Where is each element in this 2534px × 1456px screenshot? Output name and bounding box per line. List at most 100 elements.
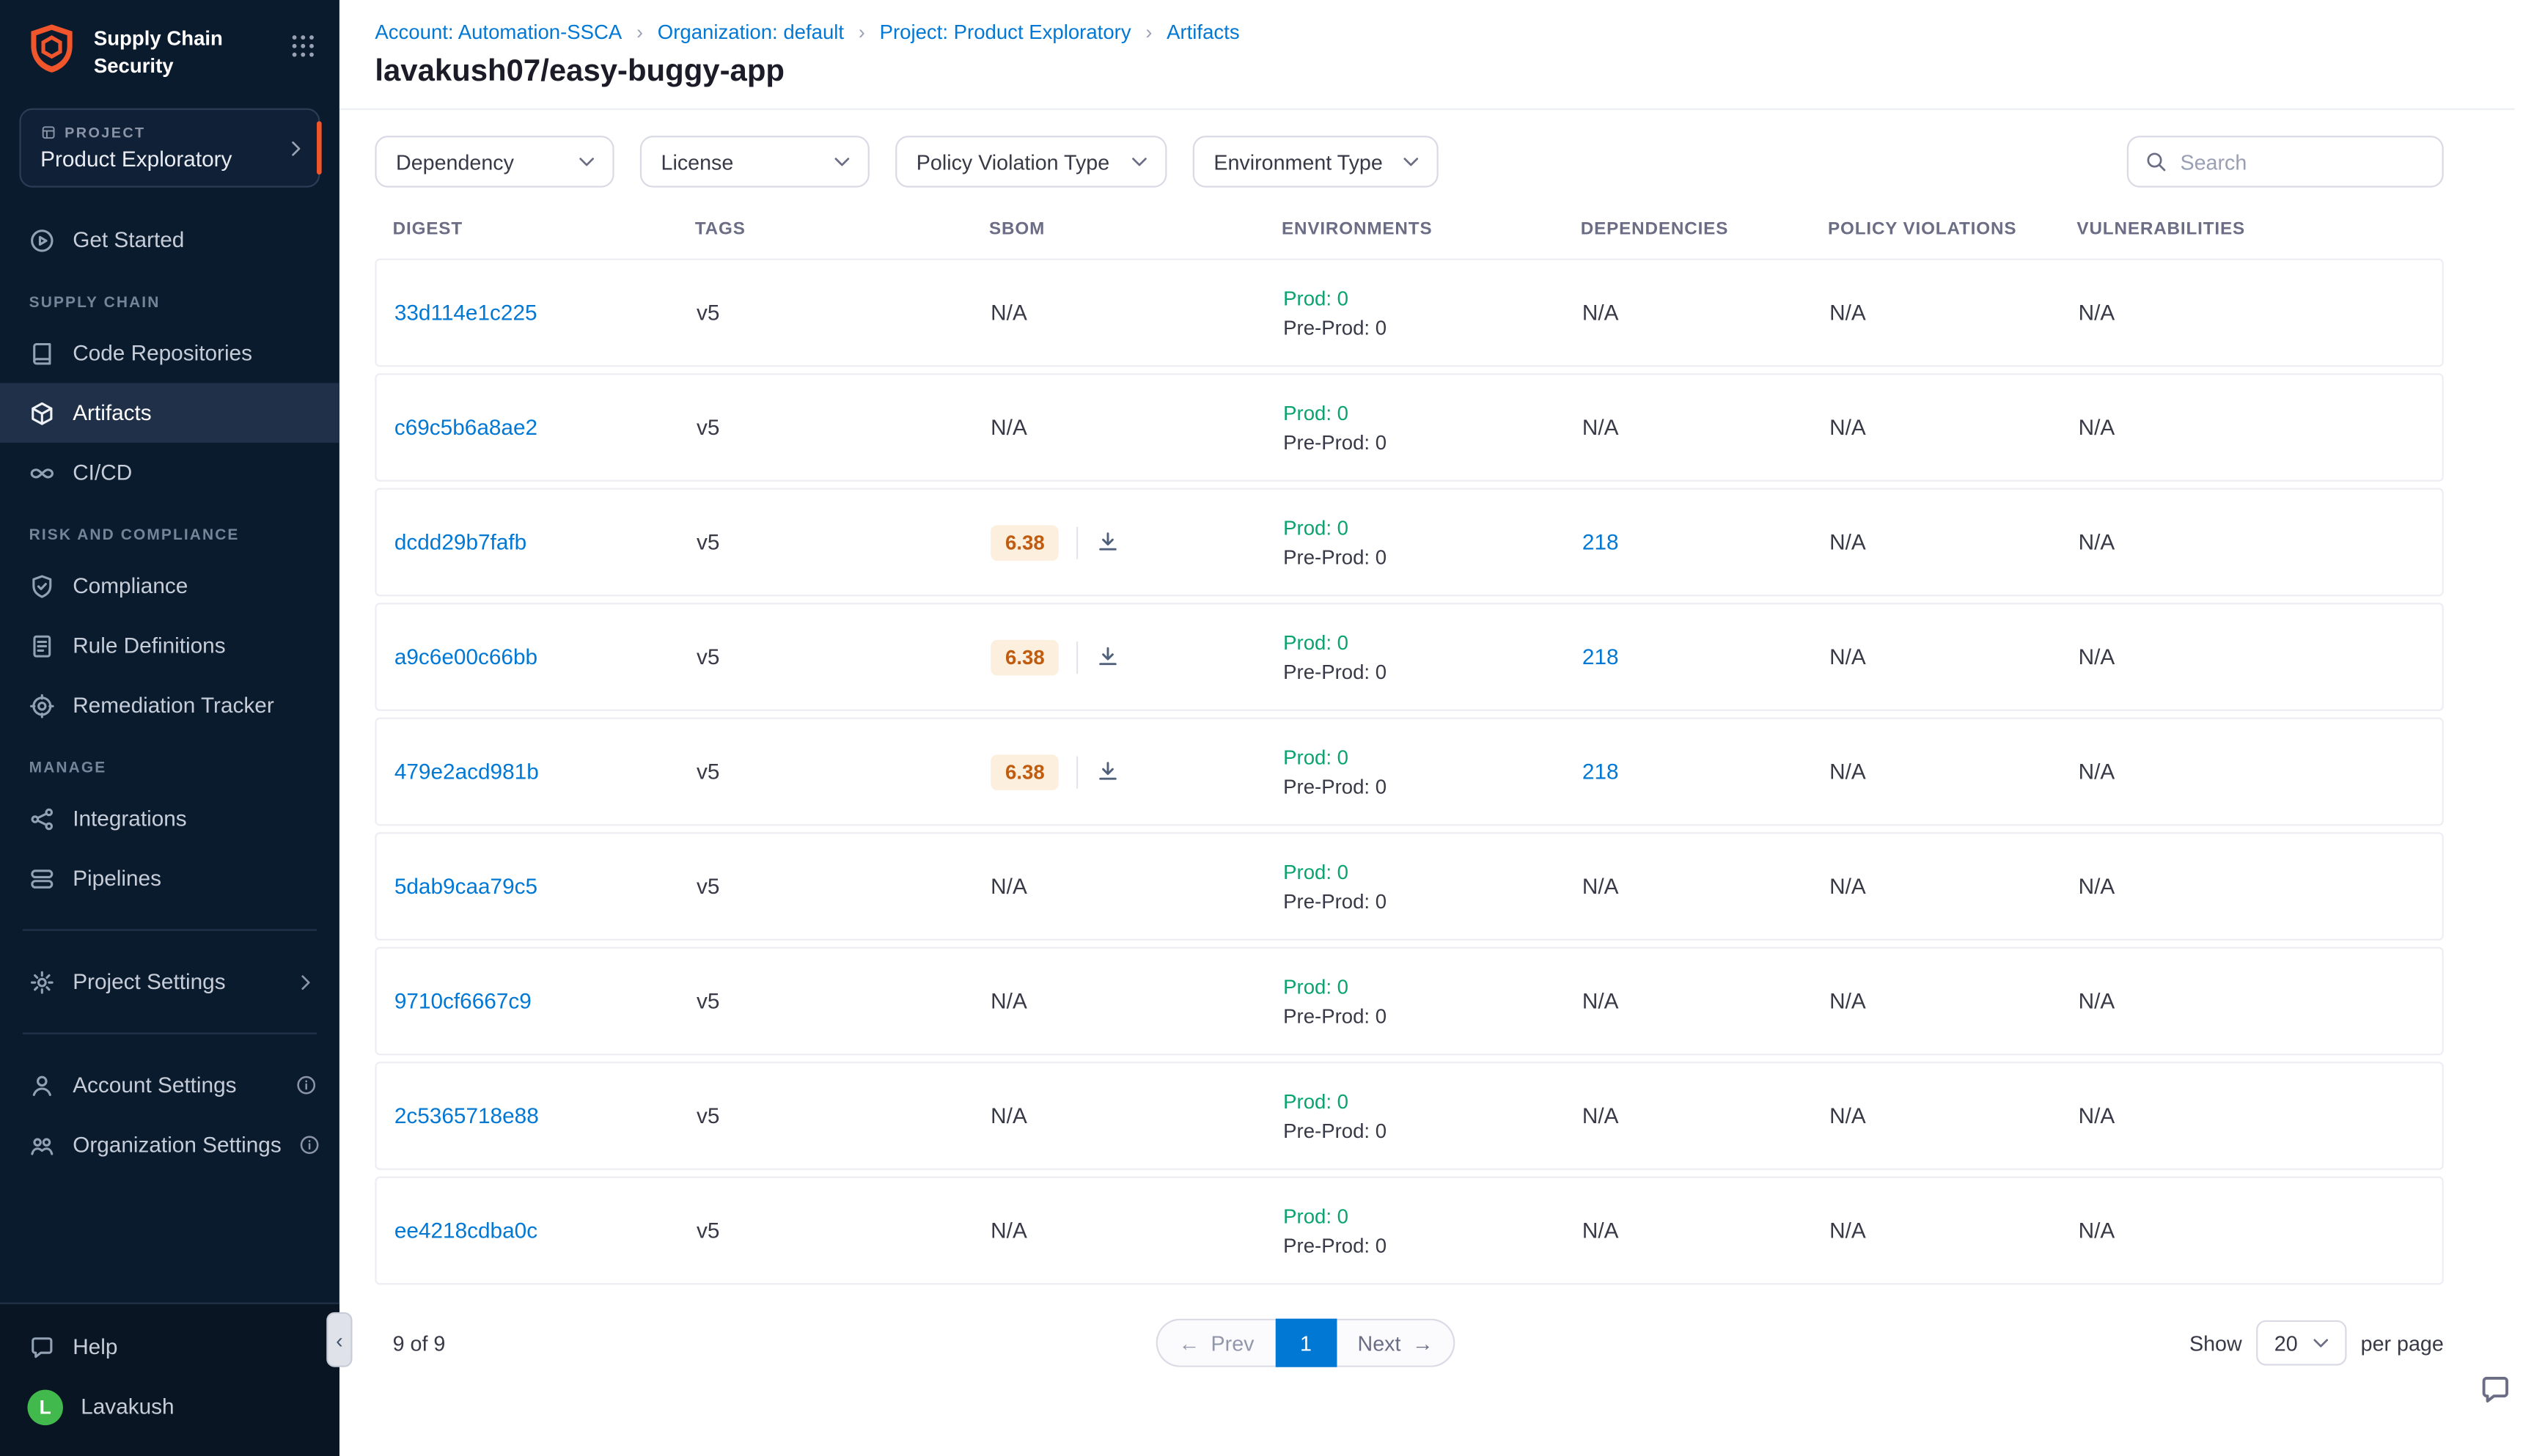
dependencies-link[interactable]: 218 xyxy=(1582,644,1619,669)
environments-cell: Prod: 0 Pre-Prod: 0 xyxy=(1283,631,1582,683)
search-icon xyxy=(2145,150,2167,173)
digest-link[interactable]: c69c5b6a8ae2 xyxy=(394,415,537,439)
digest-link[interactable]: 479e2acd981b xyxy=(394,760,539,784)
sbom-cell: 6.38 xyxy=(991,754,1283,789)
dependencies-link[interactable]: 218 xyxy=(1582,530,1619,554)
sbom-divider xyxy=(1077,526,1079,558)
user-name: Lavakush xyxy=(81,1394,174,1419)
dependencies-link[interactable]: 218 xyxy=(1582,760,1619,784)
tag-cell: v5 xyxy=(697,874,991,898)
vulnerabilities-cell: N/A xyxy=(2079,301,2429,325)
search-box[interactable] xyxy=(2127,136,2444,188)
search-input[interactable] xyxy=(2180,150,2425,174)
app-title: Supply Chain Security xyxy=(94,21,223,79)
sidebar-item-get-started[interactable]: Get Started xyxy=(0,210,339,271)
breadcrumb-separator: › xyxy=(636,21,643,44)
sidebar-item-ci-cd[interactable]: CI/CD xyxy=(0,443,339,503)
current-page-button[interactable]: 1 xyxy=(1275,1319,1337,1367)
vulnerabilities-cell: N/A xyxy=(2079,1103,2429,1128)
sidebar-item-help[interactable]: Help xyxy=(0,1317,339,1377)
nav-section-title: MANAGE xyxy=(0,735,339,789)
table-row: 33d114e1c225 v5 N/A Prod: 0 Pre-Prod: 0 … xyxy=(375,259,2443,367)
sidebar-divider xyxy=(23,1032,317,1034)
show-label: Show xyxy=(2189,1331,2242,1355)
vulnerabilities-cell: N/A xyxy=(2079,644,2429,669)
artifacts-table: DIGESTTAGSSBOMENVIRONMENTSDEPENDENCIESPO… xyxy=(375,210,2443,1292)
chevron-down-icon xyxy=(1400,150,1422,173)
pagination: ← Prev 1 Next → xyxy=(1156,1319,1456,1367)
prev-page-button[interactable]: ← Prev xyxy=(1156,1319,1276,1367)
preprod-count: Pre-Prod: 0 xyxy=(1283,660,1582,683)
digest-link[interactable]: a9c6e00c66bb xyxy=(394,644,537,669)
sidebar-nav: Get StartedSUPPLY CHAINCode Repositories… xyxy=(0,194,339,1303)
project-name: Product Exploratory xyxy=(40,147,276,172)
sidebar-item-label: Organization Settings xyxy=(73,1133,282,1157)
sidebar-item-remediation-tracker[interactable]: Remediation Tracker xyxy=(0,675,339,735)
filter-dropdown-dependency[interactable]: Dependency xyxy=(375,136,614,188)
filter-dropdown-policy-violation-type[interactable]: Policy Violation Type xyxy=(895,136,1167,188)
digest-link[interactable]: 2c5365718e88 xyxy=(394,1103,539,1128)
sidebar-item-label: Pipelines xyxy=(73,866,161,890)
prod-count: Prod: 0 xyxy=(1283,402,1582,424)
sbom-na: N/A xyxy=(991,1103,1027,1128)
per-page-select[interactable]: 20 xyxy=(2257,1320,2346,1366)
digest-link[interactable]: 5dab9caa79c5 xyxy=(394,874,537,898)
module-switcher-grid-icon[interactable] xyxy=(290,21,317,68)
digest-link[interactable]: ee4218cdba0c xyxy=(394,1218,537,1243)
digest-link[interactable]: 33d114e1c225 xyxy=(394,301,537,325)
app-title-line2: Security xyxy=(94,53,223,79)
breadcrumb-link-project-product-exploratory[interactable]: Project: Product Exploratory xyxy=(880,21,1131,44)
filter-dropdown-environment-type[interactable]: Environment Type xyxy=(1193,136,1439,188)
dependencies-cell: 218 xyxy=(1582,760,1829,784)
sidebar-item-rule-definitions[interactable]: Rule Definitions xyxy=(0,616,339,676)
sidebar-collapse-handle[interactable]: ‹ xyxy=(326,1312,352,1367)
sidebar-item-organization-settings[interactable]: Organization Settings xyxy=(0,1115,339,1175)
chevron-down-icon xyxy=(576,150,598,173)
shield-check-icon xyxy=(27,572,54,599)
rocket-icon xyxy=(27,227,54,254)
tag-cell: v5 xyxy=(697,530,991,554)
digest-link[interactable]: 9710cf6667c9 xyxy=(394,989,532,1013)
download-sbom-icon[interactable] xyxy=(1096,530,1120,554)
sbom-cell: N/A xyxy=(991,989,1283,1013)
sidebar-item-label: Help xyxy=(73,1335,117,1359)
preprod-count: Pre-Prod: 0 xyxy=(1283,1234,1582,1257)
sidebar-item-compliance[interactable]: Compliance xyxy=(0,556,339,616)
download-sbom-icon[interactable] xyxy=(1096,760,1120,784)
digest-link[interactable]: dcdd29b7fafb xyxy=(394,530,526,554)
filter-dropdown-license[interactable]: License xyxy=(640,136,870,188)
breadcrumb-link-account-automation-ssca[interactable]: Account: Automation-SSCA xyxy=(375,21,622,44)
environments-cell: Prod: 0 Pre-Prod: 0 xyxy=(1283,1090,1582,1142)
digest-cell: 5dab9caa79c5 xyxy=(394,874,697,898)
environments-cell: Prod: 0 Pre-Prod: 0 xyxy=(1283,287,1582,339)
breadcrumb-link-organization-default[interactable]: Organization: default xyxy=(658,21,844,44)
sidebar-item-artifacts[interactable]: Artifacts xyxy=(0,383,339,443)
sbom-score-badge: 6.38 xyxy=(991,639,1059,674)
next-page-button[interactable]: Next → xyxy=(1337,1319,1456,1367)
project-label-row: PROJECT xyxy=(40,125,276,141)
table-row: 9710cf6667c9 v5 N/A Prod: 0 Pre-Prod: 0 … xyxy=(375,947,2443,1056)
table-row: a9c6e00c66bb v5 6.38 Prod: 0 Pre-Prod: 0… xyxy=(375,603,2443,711)
breadcrumb: Account: Automation-SSCA › Organization: d… xyxy=(375,21,2475,44)
prod-count: Prod: 0 xyxy=(1283,1090,1582,1113)
project-selector[interactable]: PROJECT Product Exploratory xyxy=(19,109,320,188)
breadcrumb-link-artifacts[interactable]: Artifacts xyxy=(1167,21,1240,44)
chevron-right-icon xyxy=(294,971,317,993)
sidebar-item-pipelines[interactable]: Pipelines xyxy=(0,848,339,908)
preprod-count: Pre-Prod: 0 xyxy=(1283,1004,1582,1027)
filter-dropdowns: Dependency License Policy Violation Type En… xyxy=(375,136,1438,188)
sidebar-item-integrations[interactable]: Integrations xyxy=(0,789,339,849)
sidebar-item-project-settings[interactable]: Project Settings xyxy=(0,952,339,1012)
sidebar-item-account-settings[interactable]: Account Settings xyxy=(0,1055,339,1115)
digest-cell: 479e2acd981b xyxy=(394,760,697,784)
support-chat-icon[interactable] xyxy=(2479,1374,2511,1414)
sbom-na: N/A xyxy=(991,874,1027,898)
sbom-score-wrap: 6.38 xyxy=(991,524,1120,559)
sidebar-item-code-repositories[interactable]: Code Repositories xyxy=(0,323,339,383)
sidebar-item-label: Remediation Tracker xyxy=(73,694,274,718)
download-sbom-icon[interactable] xyxy=(1096,644,1120,669)
user-menu[interactable]: L Lavakush xyxy=(0,1377,339,1437)
sbom-cell: 6.38 xyxy=(991,639,1283,674)
vulnerabilities-cell: N/A xyxy=(2079,1218,2429,1243)
prod-count: Prod: 0 xyxy=(1283,287,1582,309)
